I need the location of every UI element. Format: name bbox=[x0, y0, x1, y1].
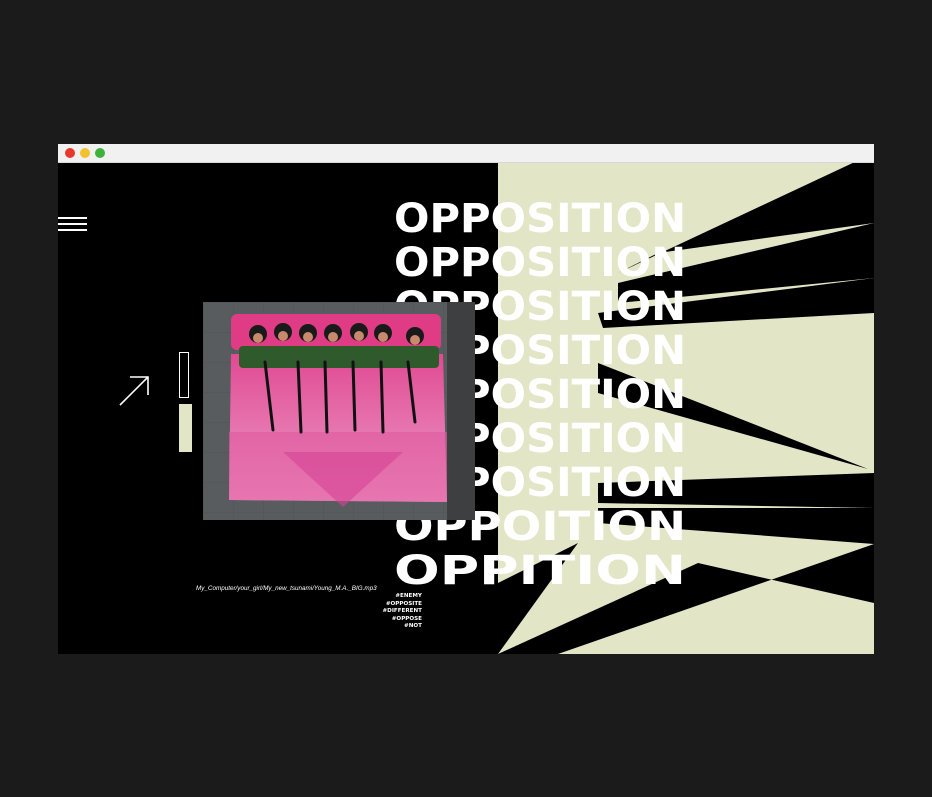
minimize-window-button[interactable] bbox=[80, 148, 90, 158]
tag-item[interactable]: #OPPOSITE bbox=[382, 601, 422, 609]
maximize-window-button[interactable] bbox=[95, 148, 105, 158]
close-window-button[interactable] bbox=[65, 148, 75, 158]
tag-item[interactable]: #ENEMY bbox=[382, 593, 422, 601]
browser-titlebar bbox=[58, 144, 874, 163]
slide-indicator-outline[interactable] bbox=[179, 352, 189, 398]
hamburger-menu-icon[interactable] bbox=[58, 217, 88, 237]
tag-item[interactable]: #NOT bbox=[382, 623, 422, 631]
page-viewport: OPPOSITION OPPOSITION OPPOSITION OPPOSIT… bbox=[58, 163, 874, 654]
hashtag-list: #ENEMY #OPPOSITE #DIFFERENT #OPPOSE #NOT bbox=[382, 593, 422, 631]
tag-item[interactable]: #OPPOSE bbox=[382, 616, 422, 624]
tag-item[interactable]: #DIFFERENT bbox=[382, 608, 422, 616]
arrow-up-right-icon[interactable] bbox=[118, 373, 152, 407]
photo-children-with-rifles-on-pink-bedding bbox=[203, 302, 475, 520]
slide-indicator-active[interactable] bbox=[179, 404, 192, 452]
headline-line-2: OPPOSITION bbox=[394, 240, 686, 286]
file-path-caption: My_Computer/your_girl/My_new_tsunami/You… bbox=[196, 585, 377, 592]
headline-line-1: OPPOSITION bbox=[394, 196, 686, 242]
browser-window: OPPOSITION OPPOSITION OPPOSITION OPPOSIT… bbox=[58, 144, 874, 654]
